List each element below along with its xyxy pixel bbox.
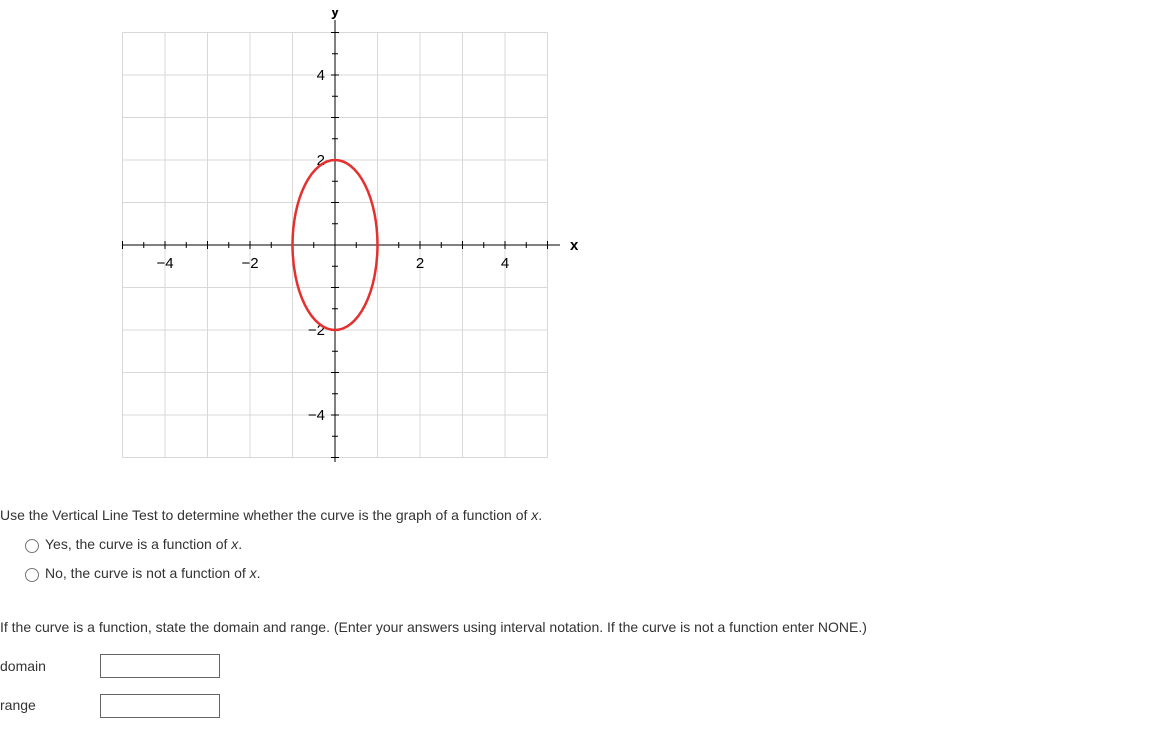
opt-no-post: . [257, 565, 261, 581]
x-axis-label: x [570, 237, 579, 254]
domain-label: domain [0, 654, 100, 679]
x-tick-2: 2 [416, 255, 424, 272]
y-tick-n2: −2 [308, 322, 325, 339]
y-tick-n4: −4 [308, 407, 325, 424]
question-2: If the curve is a function, state the do… [0, 615, 1170, 719]
ellipse-graph: −4 −2 2 4 4 2 −2 −4 y x [120, 10, 580, 470]
radio-no-row[interactable]: No, the curve is not a function of x. [20, 561, 1170, 586]
opt-yes-pre: Yes, the curve is a function of [45, 536, 231, 552]
x-tick-n4: −4 [156, 255, 173, 272]
radio-yes-label: Yes, the curve is a function of x. [45, 532, 242, 557]
q1-prompt: Use the Vertical Line Test to determine … [0, 503, 1170, 528]
x-tick-4: 4 [501, 255, 509, 272]
q1-prompt-post: . [538, 507, 542, 523]
y-tick-4: 4 [317, 67, 325, 84]
q2-prompt: If the curve is a function, state the do… [0, 615, 1170, 640]
range-input[interactable] [100, 694, 220, 718]
radio-yes-row[interactable]: Yes, the curve is a function of x. [20, 532, 1170, 557]
radio-no[interactable] [25, 568, 39, 582]
y-axis-label: y [331, 10, 340, 20]
opt-no-var: x [250, 565, 257, 581]
domain-input[interactable] [100, 654, 220, 678]
q1-prompt-pre: Use the Vertical Line Test to determine … [0, 507, 531, 523]
opt-yes-post: . [238, 536, 242, 552]
range-label: range [0, 693, 100, 718]
opt-no-pre: No, the curve is not a function of [45, 565, 250, 581]
radio-yes[interactable] [25, 539, 39, 553]
range-row: range [0, 693, 1170, 718]
x-tick-n2: −2 [241, 255, 258, 272]
domain-row: domain [0, 654, 1170, 679]
question-1: Use the Vertical Line Test to determine … [0, 503, 1170, 587]
radio-no-label: No, the curve is not a function of x. [45, 561, 261, 586]
chart-container: −4 −2 2 4 4 2 −2 −4 y x [120, 10, 1170, 473]
